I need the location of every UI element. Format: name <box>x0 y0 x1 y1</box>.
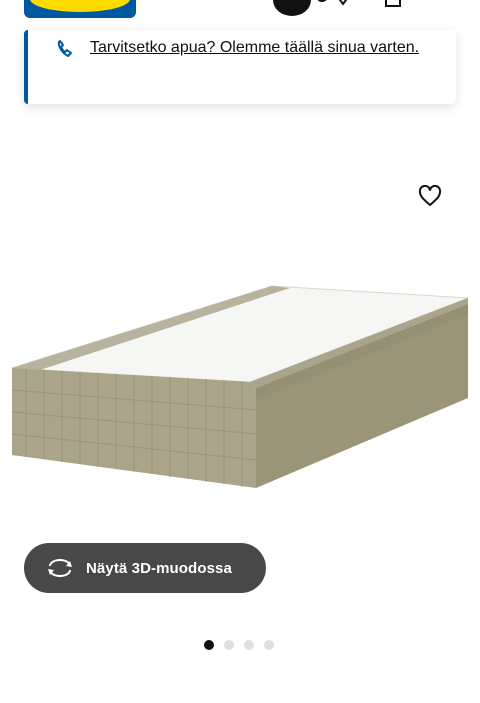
add-to-favorites-button[interactable] <box>414 180 446 212</box>
ikea-logo-yellow <box>30 0 130 12</box>
account-avatar[interactable] <box>273 0 311 16</box>
carousel-indicator <box>204 640 274 650</box>
search-icon[interactable] <box>316 0 330 8</box>
view-in-3d-label: Näytä 3D-muodossa <box>86 559 232 577</box>
cart-icon[interactable] <box>384 0 402 8</box>
view-in-3d-button[interactable]: Näytä 3D-muodossa <box>24 543 266 593</box>
help-link[interactable]: Tarvitsetko apua? Olemme täällä sinua va… <box>90 34 430 62</box>
rotate-3d-icon <box>48 559 72 577</box>
carousel-dot[interactable] <box>264 640 274 650</box>
phone-icon <box>57 40 72 57</box>
heart-outline-icon <box>418 185 442 206</box>
favorites-icon[interactable] <box>334 0 352 8</box>
help-banner[interactable]: Tarvitsetko apua? Olemme täällä sinua va… <box>24 30 456 104</box>
carousel-dot[interactable] <box>204 640 214 650</box>
menu-icon[interactable] <box>430 0 450 4</box>
carousel-dot[interactable] <box>224 640 234 650</box>
product-image[interactable] <box>0 270 480 500</box>
carousel-dot[interactable] <box>244 640 254 650</box>
ikea-logo[interactable] <box>24 0 136 18</box>
site-header <box>0 0 480 22</box>
